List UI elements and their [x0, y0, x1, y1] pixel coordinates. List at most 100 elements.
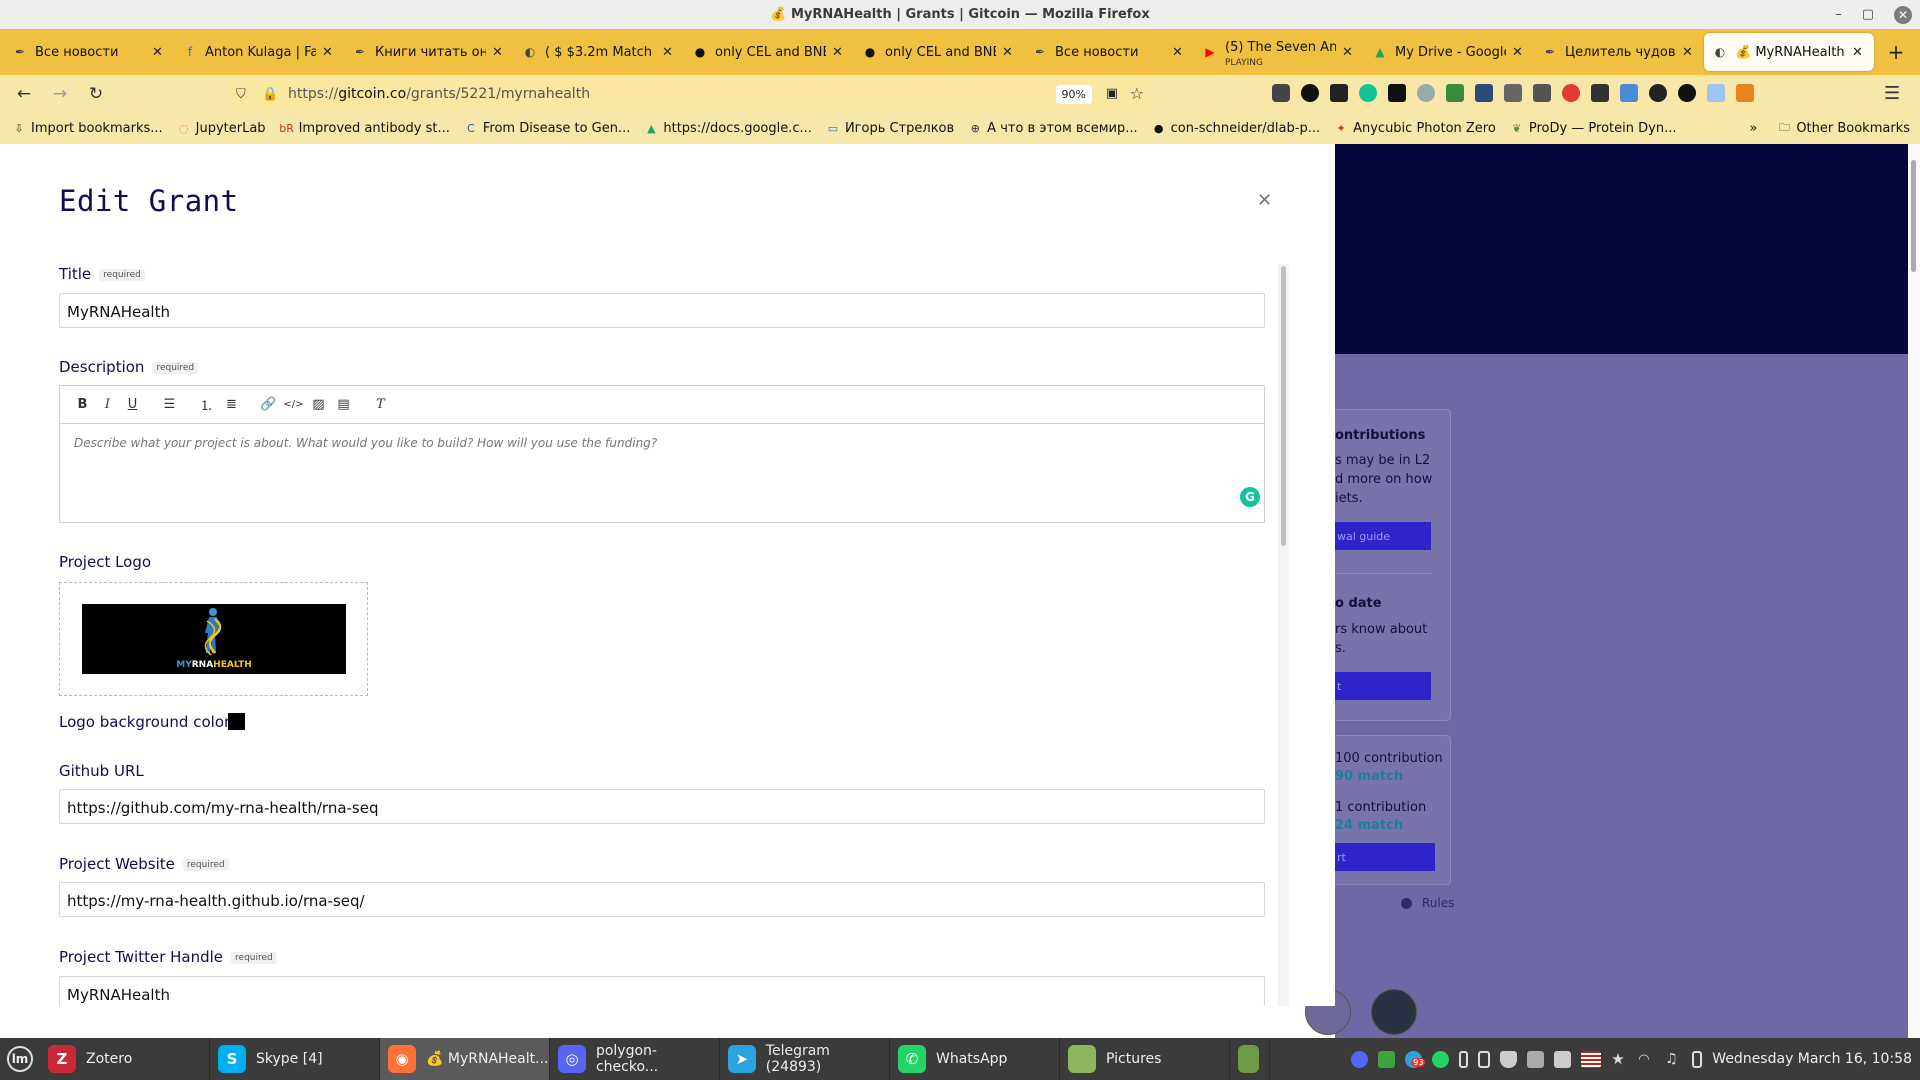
music-icon[interactable]: ♫	[1665, 1051, 1682, 1068]
zoom-level-badge[interactable]: 90%	[1055, 85, 1092, 104]
code-icon[interactable]: </>	[281, 399, 306, 410]
tab-0[interactable]: ✒ Все новости ✕	[4, 33, 174, 71]
taskbar-app[interactable]: ➤ Telegram (24893)	[720, 1038, 890, 1080]
extension-dark-icon[interactable]	[1591, 84, 1609, 102]
underline-icon[interactable]: U	[120, 397, 145, 412]
tab-close-icon[interactable]: ✕	[832, 45, 846, 60]
tomato-icon[interactable]	[1562, 84, 1580, 102]
lock-icon[interactable]: 🔒	[262, 87, 282, 102]
modal-scrollbar-thumb[interactable]	[1281, 266, 1286, 546]
grammarly-icon[interactable]: G	[1240, 487, 1260, 507]
tab-close-icon[interactable]: ✕	[1852, 45, 1866, 60]
extension-doc-icon[interactable]	[1707, 84, 1725, 102]
discord-tray-icon[interactable]	[1351, 1050, 1369, 1068]
tab-3[interactable]: ◐ ( $ $3.2m Match LIVE ✕	[514, 33, 684, 71]
add-to-cart-button[interactable]: rt	[1335, 843, 1435, 871]
bold-icon[interactable]: B	[70, 397, 95, 412]
image-icon[interactable]: ▨	[306, 397, 331, 412]
tab-7[interactable]: ▶ (5) The Seven Angels PLAYING ✕	[1194, 33, 1364, 71]
imdb-icon[interactable]	[1330, 84, 1348, 102]
bookmark-item[interactable]: ⇩ Import bookmarks...	[12, 121, 162, 136]
tab-close-icon[interactable]: ✕	[662, 45, 676, 60]
logo-color-swatch[interactable]	[228, 713, 245, 730]
tab-close-icon[interactable]: ✕	[492, 45, 506, 60]
extension-green-icon[interactable]	[1446, 84, 1464, 102]
taskbar-app[interactable]: S Skype [4]	[210, 1038, 380, 1080]
bookmark-item[interactable]: ● con-schneider/dlab-p...	[1152, 121, 1320, 136]
clipboard-icon[interactable]	[1478, 1050, 1491, 1068]
tab-1[interactable]: f Anton Kulaga | Faceb ✕	[174, 33, 344, 71]
extension-e-icon[interactable]	[1388, 84, 1406, 102]
chevron-more-icon[interactable]: »	[1749, 121, 1757, 136]
tab-close-icon[interactable]: ✕	[1512, 45, 1526, 60]
taskbar-app[interactable]	[1230, 1038, 1270, 1080]
extension-grid-icon[interactable]	[1475, 84, 1493, 102]
start-menu-button[interactable]: lm	[0, 1038, 40, 1080]
us-flag-icon[interactable]	[1581, 1050, 1602, 1068]
logo-upload-dropzone[interactable]: MYRNAHEALTH	[59, 582, 368, 696]
bluetooth-icon[interactable]	[1459, 1050, 1469, 1068]
url-text[interactable]: https://gitcoin.co/grants/5221/myrnaheal…	[288, 86, 590, 102]
tab-close-icon[interactable]: ✕	[1002, 45, 1016, 60]
video-icon[interactable]: ▤	[331, 397, 356, 412]
tab-2[interactable]: ✒ Книги читать онлайн ✕	[344, 33, 514, 71]
bookmark-star-icon[interactable]: ☆	[1130, 84, 1144, 103]
whatsapp-tray-icon[interactable]	[1432, 1050, 1450, 1068]
tab-6[interactable]: ✒ Все новости ✕	[1024, 33, 1194, 71]
printer-icon[interactable]	[1554, 1050, 1572, 1068]
align-icon[interactable]: ☰	[157, 397, 182, 412]
network-icon[interactable]	[1527, 1050, 1545, 1068]
taskbar-app[interactable]: ✆ WhatsApp	[890, 1038, 1060, 1080]
github-url-input[interactable]: https://github.com/my-rna-health/rna-seq	[59, 789, 1265, 824]
tab-9[interactable]: ✒ Целитель чудовищ ✕	[1534, 33, 1704, 71]
extension-a-icon[interactable]	[1301, 84, 1319, 102]
translate-icon[interactable]	[1533, 84, 1551, 102]
telegram-tray-icon[interactable]: 93	[1405, 1050, 1426, 1068]
forward-arrow-icon[interactable]: →	[46, 80, 74, 108]
extension-multi-icon[interactable]	[1620, 84, 1638, 102]
extension-bird-icon[interactable]	[1678, 84, 1696, 102]
tab-10[interactable]: ◐ 💰 MyRNAHealth | Gra ✕	[1704, 33, 1874, 71]
clock[interactable]: Wednesday March 16, 10:58	[1712, 1051, 1912, 1067]
bookmark-item[interactable]: ▲ https://docs.google.c...	[644, 121, 812, 136]
extension-circle-icon[interactable]	[1649, 84, 1667, 102]
avatar[interactable]	[1371, 989, 1417, 1035]
italic-icon[interactable]: I	[95, 397, 120, 412]
bookmark-item[interactable]: ✦ Anycubic Photon Zero	[1334, 121, 1495, 136]
video-icon[interactable]	[1504, 84, 1522, 102]
twitter-handle-input[interactable]: MyRNAHealth	[59, 976, 1265, 1006]
grammarly-icon[interactable]	[1359, 84, 1377, 102]
link-icon[interactable]: 🔗	[256, 397, 281, 412]
minimize-icon[interactable]: –	[1835, 7, 1842, 22]
taskbar-app[interactable]: Z Zotero	[40, 1038, 210, 1080]
taskbar-app[interactable]: ◎ polygon-checko...	[550, 1038, 720, 1080]
bookmark-item[interactable]: ◌ JupyterLab	[177, 121, 266, 136]
star-icon[interactable]: ★	[1611, 1050, 1628, 1068]
cloud-icon[interactable]	[1417, 84, 1435, 102]
tab-5[interactable]: ● only CEL and BNB wor ✕	[854, 33, 1024, 71]
withdrawal-guide-button[interactable]: wal guide	[1335, 522, 1431, 550]
title-input[interactable]: MyRNAHealth	[59, 293, 1265, 328]
ordered-list-icon[interactable]: ⒈	[194, 395, 219, 414]
tab-close-icon[interactable]: ✕	[1172, 45, 1186, 60]
pocket-icon[interactable]	[1272, 84, 1290, 102]
reload-icon[interactable]: ↻	[82, 80, 110, 108]
url-bar[interactable]: ⛉ 🔒 https://gitcoin.co/grants/5221/myrna…	[228, 79, 1150, 109]
page-scrollbar[interactable]	[1908, 144, 1920, 1038]
project-website-input[interactable]: https://my-rna-health.github.io/rna-seq/	[59, 882, 1265, 917]
shield-tray-icon[interactable]	[1500, 1050, 1518, 1068]
rules-link[interactable]: Rules	[1401, 896, 1454, 910]
post-update-button[interactable]: t	[1335, 672, 1431, 700]
new-tab-icon[interactable]: +	[1882, 40, 1910, 64]
tab-close-icon[interactable]: ✕	[1682, 45, 1696, 60]
bullet-list-icon[interactable]: ≣	[219, 397, 244, 412]
bookmark-item[interactable]: bR Improved antibody st...	[279, 121, 450, 136]
tab-close-icon[interactable]: ✕	[1342, 45, 1356, 60]
window-close-icon[interactable]: ✕	[1894, 5, 1912, 24]
metamask-fox-icon[interactable]	[1736, 84, 1754, 102]
back-arrow-icon[interactable]: ←	[10, 80, 38, 108]
wifi-icon[interactable]: ◠	[1638, 1051, 1655, 1068]
check-tray-icon[interactable]	[1378, 1050, 1396, 1068]
bookmark-item[interactable]: C From Disease to Gen...	[464, 121, 630, 136]
tab-close-icon[interactable]: ✕	[322, 45, 336, 60]
